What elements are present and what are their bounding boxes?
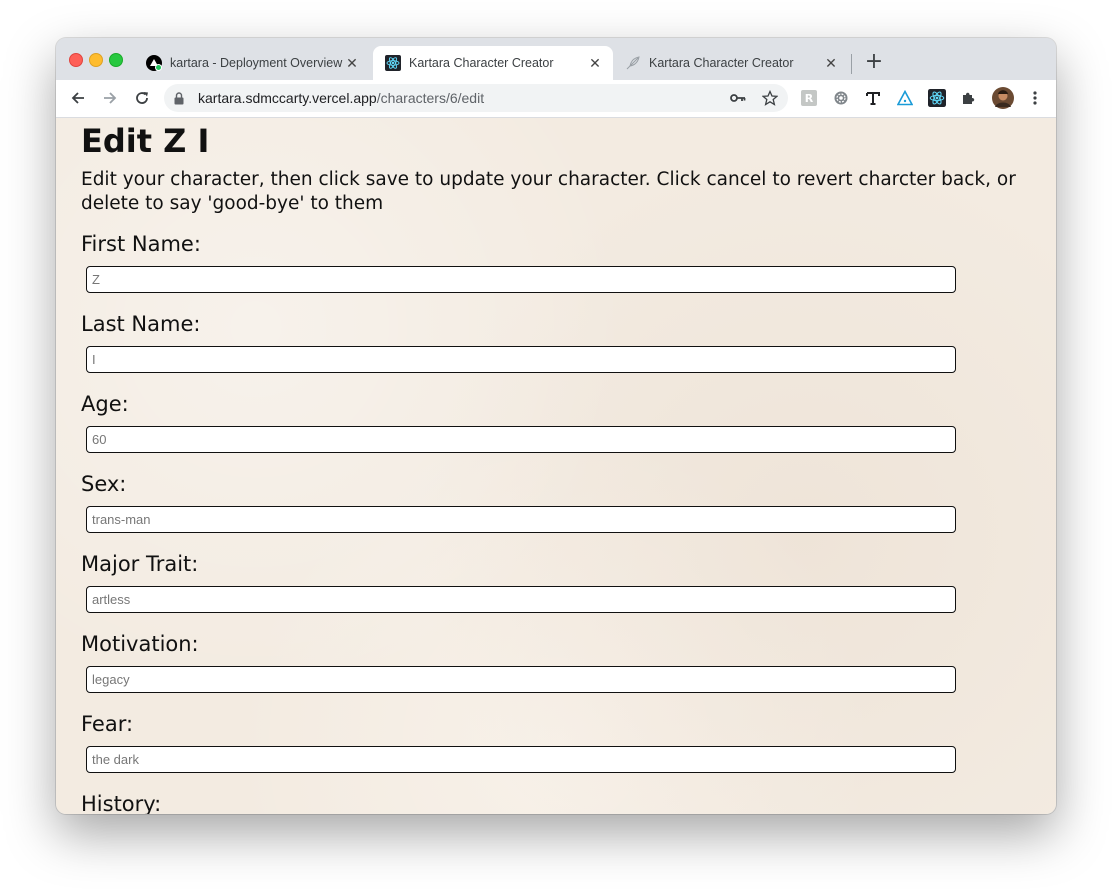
field-history: History: <box>81 790 1041 814</box>
motivation-input[interactable] <box>86 666 956 693</box>
tab-strip: kartara - Deployment Overview ✕ Kartara … <box>56 38 1056 80</box>
major-trait-input[interactable] <box>86 586 956 613</box>
react-icon <box>385 55 401 71</box>
page-title: Edit Z I <box>81 122 210 160</box>
extension-triangle-icon[interactable] <box>896 89 914 107</box>
field-age: Age: <box>81 390 1041 453</box>
field-motivation: Motivation: <box>81 630 1041 693</box>
age-input[interactable] <box>86 426 956 453</box>
sex-input[interactable] <box>86 506 956 533</box>
close-tab-icon[interactable]: ✕ <box>344 55 360 71</box>
url-host: kartara.sdmccarty.vercel.app <box>198 90 377 106</box>
window-minimize-button[interactable] <box>89 53 103 67</box>
bookmark-star-icon[interactable] <box>762 90 778 106</box>
browser-window: kartara - Deployment Overview ✕ Kartara … <box>56 38 1056 814</box>
motivation-label: Motivation: <box>81 632 199 656</box>
extensions-puzzle-icon[interactable] <box>960 89 978 107</box>
profile-avatar[interactable] <box>992 87 1014 109</box>
field-first-name: First Name: <box>81 230 1041 293</box>
react-devtools-icon[interactable] <box>928 89 946 107</box>
last-name-input[interactable] <box>86 346 956 373</box>
svg-text:R: R <box>805 92 814 105</box>
window-maximize-button[interactable] <box>109 53 123 67</box>
major-trait-label: Major Trait: <box>81 552 199 576</box>
fear-label: Fear: <box>81 712 134 736</box>
tab-deployment-overview[interactable]: kartara - Deployment Overview ✕ <box>134 46 370 80</box>
key-icon[interactable] <box>730 90 746 106</box>
tab-title: Kartara Character Creator <box>649 56 794 70</box>
tab-separator <box>851 54 852 74</box>
extension-gear-icon[interactable] <box>832 89 850 107</box>
first-name-label: First Name: <box>81 232 201 256</box>
reload-button[interactable] <box>132 88 152 108</box>
forward-button[interactable] <box>100 88 120 108</box>
first-name-input[interactable] <box>86 266 956 293</box>
close-tab-icon[interactable]: ✕ <box>587 55 603 71</box>
extension-r-icon[interactable]: R <box>800 89 818 107</box>
forward-arrow-icon <box>104 92 117 104</box>
browser-menu-icon[interactable] <box>1026 89 1044 107</box>
page-viewport: Edit Z I Edit your character, then click… <box>56 118 1056 814</box>
field-last-name: Last Name: <box>81 310 1041 373</box>
history-label: History: <box>81 792 162 814</box>
age-label: Age: <box>81 392 129 416</box>
reload-icon <box>136 92 148 104</box>
sex-label: Sex: <box>81 472 127 496</box>
lock-icon <box>174 91 186 105</box>
feather-icon <box>625 55 641 71</box>
tab-title: Kartara Character Creator <box>409 56 554 70</box>
browser-toolbar: kartara.sdmccarty.vercel.app/characters/… <box>56 80 1056 118</box>
last-name-label: Last Name: <box>81 312 201 336</box>
page-intro: Edit your character, then click save to … <box>81 169 1016 214</box>
close-tab-icon[interactable]: ✕ <box>823 55 839 71</box>
tab-character-creator[interactable]: Kartara Character Creator ✕ <box>613 46 849 80</box>
tab-title: kartara - Deployment Overview <box>170 56 343 70</box>
back-arrow-icon <box>71 92 84 104</box>
field-sex: Sex: <box>81 470 1041 533</box>
new-tab-button[interactable]: + <box>864 51 884 73</box>
address-bar[interactable]: kartara.sdmccarty.vercel.app/characters/… <box>164 84 788 112</box>
fear-input[interactable] <box>86 746 956 773</box>
tab-character-creator-active[interactable]: Kartara Character Creator ✕ <box>373 46 613 80</box>
extension-t-icon[interactable] <box>864 89 882 107</box>
back-button[interactable] <box>68 88 88 108</box>
field-fear: Fear: <box>81 710 1041 773</box>
url-path: /characters/6/edit <box>376 90 485 106</box>
vercel-icon <box>146 55 162 71</box>
field-major-trait: Major Trait: <box>81 550 1041 613</box>
window-close-button[interactable] <box>69 53 83 67</box>
